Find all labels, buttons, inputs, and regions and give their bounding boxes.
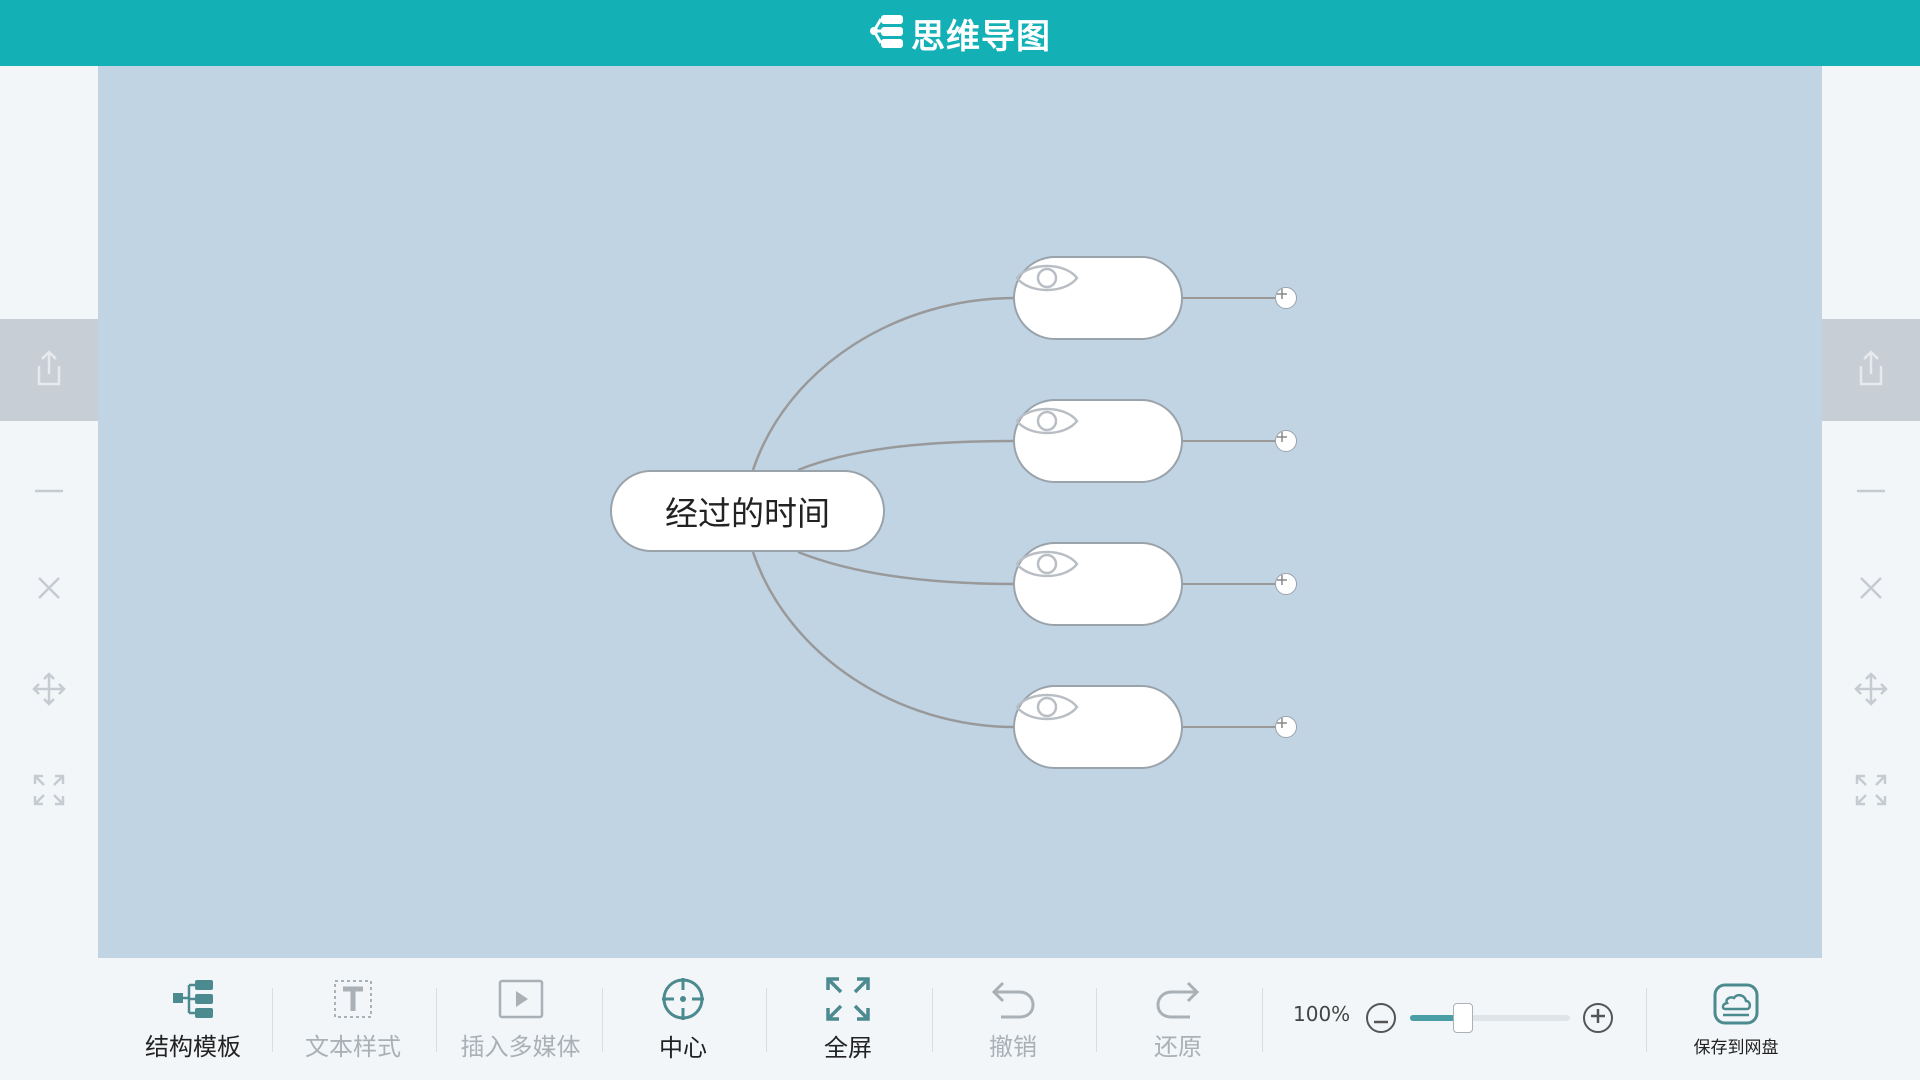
connector-lines <box>751 296 1275 729</box>
expand-button-left[interactable] <box>0 762 98 822</box>
minimize-button-left[interactable] <box>0 459 98 519</box>
undo-label: 撤销 <box>989 1032 1037 1061</box>
zoom-level: 100% <box>1293 1002 1351 1026</box>
move-button-left[interactable] <box>0 661 98 721</box>
add-child-button-1[interactable] <box>1275 287 1297 309</box>
child-node-4[interactable] <box>1013 685 1183 769</box>
close-icon <box>35 574 63 606</box>
close-icon <box>1857 574 1885 606</box>
app-header: 思维导图 <box>0 0 1920 66</box>
zoom-in-button[interactable] <box>1583 1003 1613 1033</box>
insert-media-button[interactable]: 插入多媒体 <box>453 958 588 1080</box>
share-button-right[interactable] <box>1822 319 1920 421</box>
play-media-icon <box>497 977 545 1025</box>
mindmap-logo-icon <box>869 12 907 54</box>
save-to-cloud-button[interactable]: 保存到网盘 <box>1671 958 1801 1080</box>
toolbar-divider <box>436 988 437 1052</box>
redo-button[interactable]: 还原 <box>1113 958 1243 1080</box>
root-node-label: 经过的时间 <box>665 494 830 533</box>
toolbar-divider <box>932 988 933 1052</box>
center-button[interactable]: 中心 <box>618 958 748 1080</box>
right-rail <box>1822 66 1920 1080</box>
minus-icon <box>1373 1009 1389 1028</box>
toolbar-divider <box>602 988 603 1052</box>
child-node-2[interactable] <box>1013 399 1183 483</box>
mindmap-canvas[interactable]: 经过的时间 <box>98 66 1822 958</box>
toolbar-divider <box>1262 988 1263 1052</box>
text-style-label: 文本样式 <box>305 1032 401 1061</box>
zoom-slider[interactable] <box>1410 1003 1570 1033</box>
expand-button-right[interactable] <box>1822 762 1920 822</box>
bottom-toolbar: 结构模板 文本样式 插入多媒体 中心 全屏 撤销 还原 100% 保存到网盘 <box>98 958 1822 1080</box>
zoom-out-button[interactable] <box>1366 1003 1396 1033</box>
root-node[interactable]: 经过的时间 <box>610 470 885 552</box>
zoom-slider-thumb[interactable] <box>1453 1003 1473 1033</box>
structure-template-label: 结构模板 <box>145 1032 241 1061</box>
add-child-button-2[interactable] <box>1275 430 1297 452</box>
move-button-right[interactable] <box>1822 661 1920 721</box>
minimize-icon <box>33 480 65 499</box>
minimize-icon <box>1855 480 1887 499</box>
child-node-1[interactable] <box>1013 256 1183 340</box>
plus-icon <box>1590 1008 1606 1028</box>
close-button-right[interactable] <box>1822 560 1920 620</box>
add-child-button-4[interactable] <box>1275 716 1297 738</box>
insert-media-label: 插入多媒体 <box>460 1032 581 1061</box>
toolbar-divider <box>1096 988 1097 1052</box>
expand-icon <box>32 773 66 811</box>
minimize-button-right[interactable] <box>1822 459 1920 519</box>
close-button-left[interactable] <box>0 560 98 620</box>
share-button-left[interactable] <box>0 319 98 421</box>
move-icon <box>1854 672 1888 710</box>
structure-template-button[interactable]: 结构模板 <box>128 958 258 1080</box>
app-title: 思维导图 <box>911 16 1051 57</box>
structure-tree-icon <box>171 977 215 1025</box>
text-style-button[interactable]: 文本样式 <box>288 958 418 1080</box>
redo-label: 还原 <box>1154 1032 1202 1061</box>
toolbar-divider <box>1646 988 1647 1052</box>
fullscreen-button[interactable]: 全屏 <box>783 958 913 1080</box>
left-rail <box>0 66 98 1080</box>
save-to-cloud-label: 保存到网盘 <box>1693 1037 1779 1058</box>
cloud-drive-icon <box>1711 981 1761 1031</box>
move-icon <box>32 672 66 710</box>
add-child-button-3[interactable] <box>1275 573 1297 595</box>
expand-icon <box>1854 773 1888 811</box>
toolbar-divider <box>766 988 767 1052</box>
title-wrap: 思维导图 <box>869 9 1051 58</box>
undo-button[interactable]: 撤销 <box>948 958 1078 1080</box>
text-style-icon <box>331 977 375 1025</box>
fullscreen-label: 全屏 <box>824 1033 872 1062</box>
share-icon <box>31 348 67 392</box>
child-node-3[interactable] <box>1013 542 1183 626</box>
toolbar-divider <box>272 988 273 1052</box>
fullscreen-icon <box>825 976 871 1026</box>
undo-icon <box>989 977 1037 1025</box>
center-label: 中心 <box>659 1033 707 1062</box>
crosshair-icon <box>660 976 706 1026</box>
share-icon <box>1853 348 1889 392</box>
redo-icon <box>1154 977 1202 1025</box>
